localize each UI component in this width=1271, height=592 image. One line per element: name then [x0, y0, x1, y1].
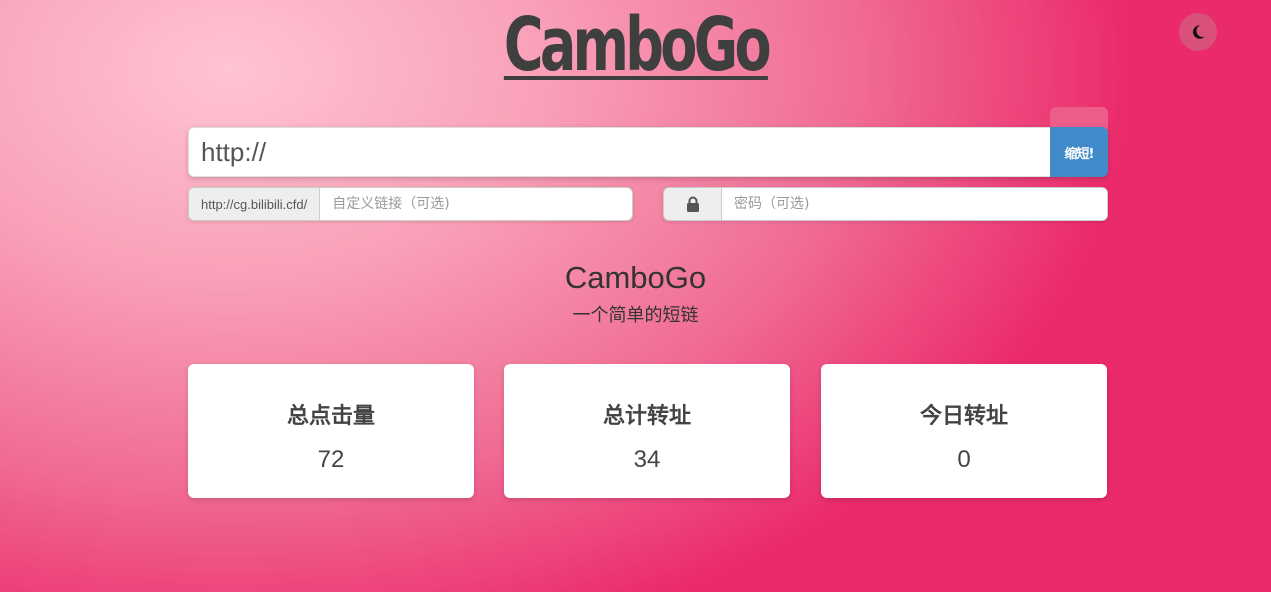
moon-icon: [1192, 25, 1205, 39]
theme-toggle-button[interactable]: [1179, 13, 1217, 51]
tagline: 一个简单的短链: [572, 305, 699, 326]
stat-card-total-redirects: 总计转址 34: [504, 364, 790, 498]
stat-card-total-clicks: 总点击量 72: [188, 364, 474, 498]
url-input[interactable]: [188, 127, 1050, 177]
brand-heading: CamboGo: [564, 260, 707, 295]
custom-link-group: http://cg.bilibili.cfd/: [188, 187, 633, 221]
password-addon: [663, 187, 721, 221]
shorten-button[interactable]: 缩短!: [1050, 127, 1108, 177]
stat-title: 总点击量: [286, 404, 375, 429]
stat-title: 总计转址: [602, 404, 691, 429]
stat-title: 今日转址: [919, 404, 1008, 429]
logo-link[interactable]: CamboGo: [503, 2, 771, 88]
lock-icon: [686, 196, 699, 212]
stat-value: 0: [957, 446, 971, 473]
custom-link-input[interactable]: [319, 187, 633, 221]
stat-card-today-redirects: 今日转址 0: [821, 364, 1107, 498]
password-group: [663, 187, 1108, 221]
password-input[interactable]: [721, 187, 1108, 221]
logo: CamboGo: [0, 2, 1271, 88]
shorten-form: 缩短!: [188, 127, 1108, 177]
stat-value: 72: [317, 446, 345, 473]
button-tab-decoration: [1050, 107, 1108, 129]
stat-value: 34: [633, 446, 661, 473]
custom-link-prefix: http://cg.bilibili.cfd/: [188, 187, 320, 221]
